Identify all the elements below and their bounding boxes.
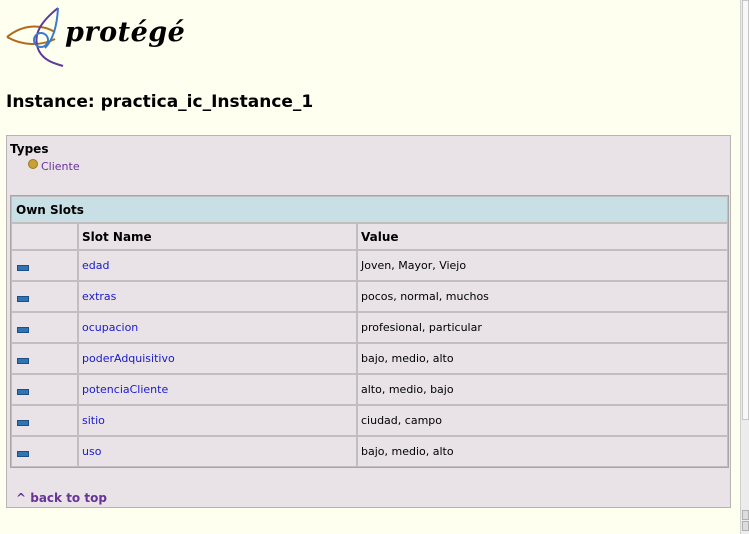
page-title: Instance: practica_ic_Instance_1: [6, 92, 314, 112]
slot-icon: [17, 420, 29, 426]
slot-icon: [17, 358, 29, 364]
table-row: ocupacion profesional, particular: [11, 312, 728, 343]
scroll-down-arrow-icon[interactable]: [742, 521, 749, 531]
instance-panel: Types Cliente Own Slots Slot Name Value …: [6, 135, 731, 508]
icon-column-header: [11, 223, 78, 250]
table-row: sitio ciudad, campo: [11, 405, 728, 436]
slot-value: alto, medio, bajo: [357, 374, 728, 405]
slot-name-column-header: Slot Name: [78, 223, 357, 250]
slot-icon: [17, 451, 29, 457]
slot-link-potenciacliente[interactable]: potenciaCliente: [82, 383, 168, 396]
type-item-cliente: Cliente: [28, 158, 80, 173]
slot-value: profesional, particular: [357, 312, 728, 343]
table-row: poderAdquisitivo bajo, medio, alto: [11, 343, 728, 374]
table-row: extras pocos, normal, muchos: [11, 281, 728, 312]
slot-value: Joven, Mayor, Viejo: [357, 250, 728, 281]
slot-icon: [17, 296, 29, 302]
slot-link-poderadquisitivo[interactable]: poderAdquisitivo: [82, 352, 175, 365]
slot-value: bajo, medio, alto: [357, 343, 728, 374]
class-bullet-icon: [28, 158, 38, 169]
vertical-scrollbar[interactable]: [740, 0, 749, 534]
slot-icon: [17, 389, 29, 395]
slot-value: bajo, medio, alto: [357, 436, 728, 467]
scrollbar-thumb[interactable]: [742, 0, 749, 420]
protege-logo: protégé: [5, 6, 185, 68]
types-heading: Types: [10, 142, 49, 156]
own-slots-table: Own Slots Slot Name Value edad Joven, Ma…: [10, 195, 729, 468]
protege-logo-icon: [6, 7, 64, 67]
own-slots-header: Own Slots: [11, 196, 728, 223]
type-link-cliente[interactable]: Cliente: [41, 160, 80, 173]
scroll-up-arrow-icon[interactable]: [742, 510, 749, 520]
table-row: edad Joven, Mayor, Viejo: [11, 250, 728, 281]
back-to-top-link[interactable]: ^ back to top: [16, 491, 107, 505]
slot-link-ocupacion[interactable]: ocupacion: [82, 321, 138, 334]
logo-wordmark: protégé: [65, 17, 186, 48]
slot-link-sitio[interactable]: sitio: [82, 414, 105, 427]
slot-icon: [17, 265, 29, 271]
table-row: uso bajo, medio, alto: [11, 436, 728, 467]
value-column-header: Value: [357, 223, 728, 250]
slot-link-edad[interactable]: edad: [82, 259, 109, 272]
slot-icon: [17, 327, 29, 333]
slot-link-uso[interactable]: uso: [82, 445, 101, 458]
slot-value: pocos, normal, muchos: [357, 281, 728, 312]
slot-value: ciudad, campo: [357, 405, 728, 436]
slot-link-extras[interactable]: extras: [82, 290, 116, 303]
table-row: potenciaCliente alto, medio, bajo: [11, 374, 728, 405]
